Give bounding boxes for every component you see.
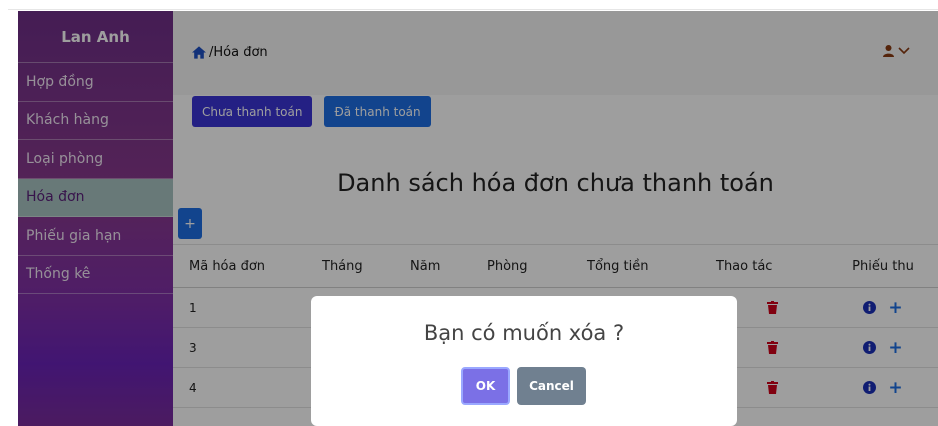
top-border [8, 0, 938, 10]
dialog-question: Bạn có muốn xóa ? [423, 321, 625, 345]
app-window: Lan Anh Hợp đồng Khách hàng Loại phòng H… [0, 0, 938, 426]
confirm-delete-dialog: Bạn có muốn xóa ? OK Cancel [311, 296, 737, 426]
cancel-button[interactable]: Cancel [517, 367, 586, 405]
ok-button[interactable]: OK [461, 367, 510, 405]
